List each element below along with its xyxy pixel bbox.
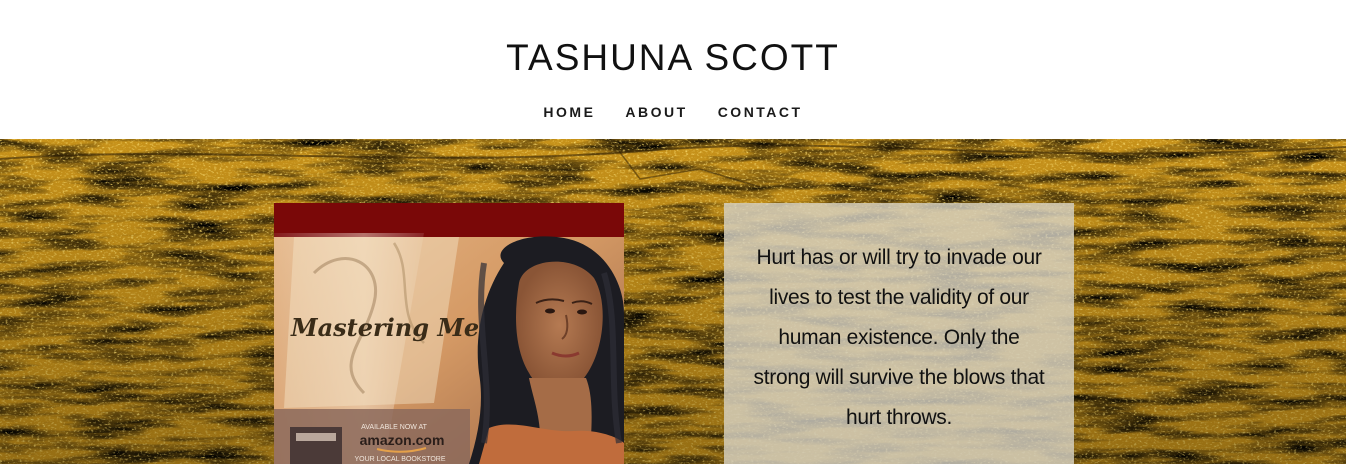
nav-item-about[interactable]: ABOUT	[625, 103, 687, 121]
book-cover-image[interactable]: AVAILABLE NOW AT amazon.com YOUR LOCAL B…	[274, 203, 624, 464]
main-nav: HOME ABOUT CONTACT	[0, 103, 1346, 121]
nav-item-home[interactable]: HOME	[543, 103, 595, 121]
site-header: TASHUNA SCOTT HOME ABOUT CONTACT	[0, 0, 1346, 139]
site-title[interactable]: TASHUNA SCOTT	[0, 36, 1346, 80]
gold-texture-background	[0, 139, 1346, 464]
nav-item-contact[interactable]: CONTACT	[718, 103, 803, 121]
book-store-text: amazon.com	[360, 432, 445, 448]
quote-text: Hurt has or will try to invade our lives…	[753, 246, 1045, 429]
book-local-text: YOUR LOCAL BOOKSTORE	[354, 456, 445, 463]
book-title-text: Mastering Me	[290, 313, 479, 342]
book-cover-art: AVAILABLE NOW AT amazon.com YOUR LOCAL B…	[274, 203, 624, 464]
hero-section: AVAILABLE NOW AT amazon.com YOUR LOCAL B…	[0, 139, 1346, 464]
quote-panel: Hurt has or will try to invade our lives…	[724, 203, 1074, 464]
book-available-text: AVAILABLE NOW AT	[361, 424, 427, 431]
